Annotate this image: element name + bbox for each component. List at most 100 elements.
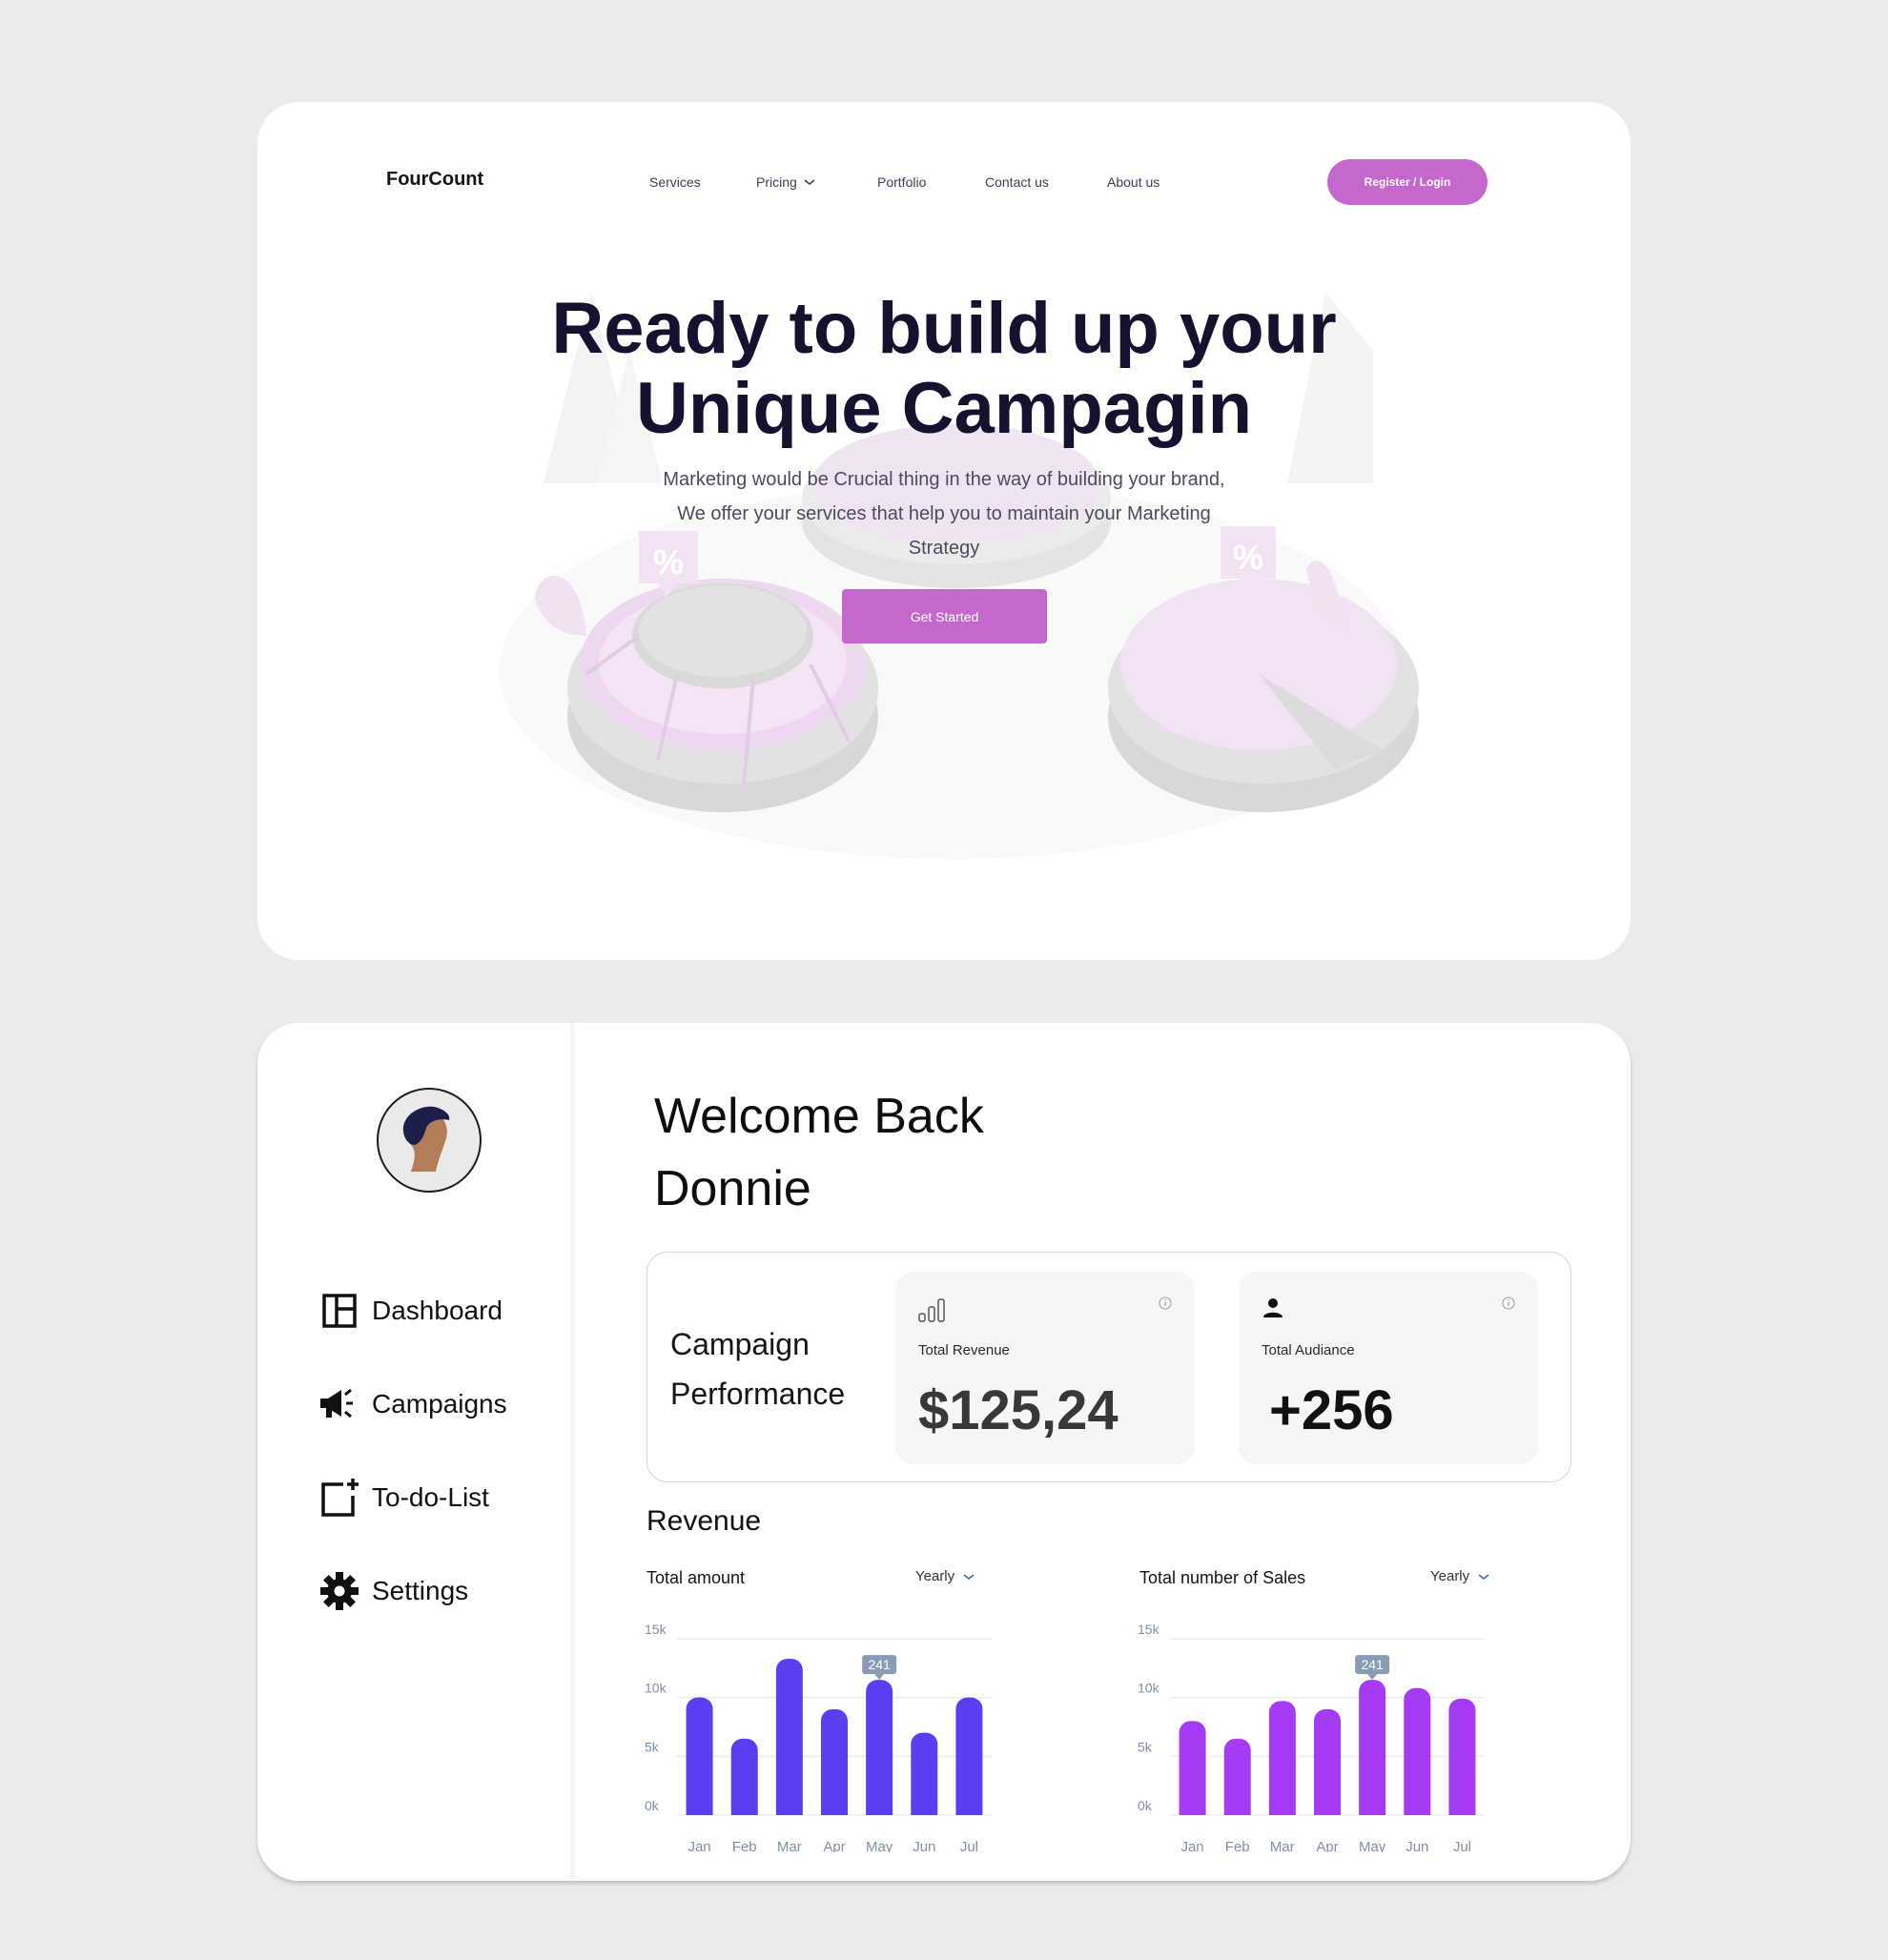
y-tick-label: 5k [1138,1739,1153,1754]
hero-subtitle-line1: Marketing would be Crucial thing in the … [663,469,1225,490]
info-icon[interactable] [1159,1296,1172,1310]
welcome-line1: Welcome Back [654,1089,984,1144]
sales-period-label: Yearly [1430,1568,1470,1584]
bar-base [686,1804,713,1815]
user-avatar-icon [402,1106,450,1172]
performance-title-line2: Performance [670,1377,846,1411]
x-tick-label: Apr [1316,1839,1338,1852]
bar-jun[interactable] [911,1732,938,1815]
y-tick-label: 10k [645,1681,667,1696]
sidebar-item-todo[interactable]: To-do-List [318,1477,489,1519]
x-tick-label: Jan [687,1839,710,1852]
x-tick-label: Jul [960,1839,978,1852]
total-audience-value: +256 [1269,1379,1394,1441]
sidebar-item-campaigns[interactable]: Campaigns [318,1383,507,1425]
amount-period-label: Yearly [915,1568,955,1584]
sidebar-divider [570,1023,576,1881]
hero-title-line2: Unique Campagin [635,368,1253,449]
y-tick-label: 15k [1138,1622,1160,1637]
x-tick-label: Jun [913,1839,935,1852]
bar-base [866,1804,893,1815]
bar-chart-icon [918,1298,945,1322]
dashboard-icon [318,1290,360,1332]
welcome-heading: Welcome Back Donnie [654,1080,984,1225]
sales-period-select[interactable]: Yearly [1430,1568,1490,1584]
bar-jan[interactable] [686,1697,713,1815]
y-tick-label: 5k [645,1739,660,1754]
x-tick-label: May [866,1839,893,1852]
bar-jan[interactable] [1179,1721,1206,1815]
bar-jul[interactable] [955,1697,983,1815]
tooltip-pointer [1367,1674,1378,1681]
y-tick-label: 0k [1138,1798,1153,1813]
bar-jun[interactable] [1404,1687,1431,1815]
avatar[interactable] [377,1088,482,1193]
performance-title-line1: Campaign [670,1327,810,1361]
tooltip-pointer [874,1674,885,1681]
sales-count-chart: 0k 5k 10k 15k Jan Feb Mar Apr May 241 Jun Jul [1138,1622,1485,1852]
bar-may[interactable] [1359,1680,1386,1815]
x-tick-label: Feb [732,1839,757,1852]
nav-contact-label: Contact us [985,174,1049,190]
nav-portfolio-label: Portfolio [877,174,927,190]
amount-period-select[interactable]: Yearly [915,1568,975,1584]
bar-base [821,1804,848,1815]
sidebar-item-settings[interactable]: Settings [318,1570,468,1612]
nav-pricing[interactable]: Pricing [756,174,816,190]
sidebar-item-dashboard[interactable]: Dashboard [318,1290,503,1332]
bar-apr[interactable] [1314,1709,1341,1815]
x-tick-label: May [1359,1839,1386,1852]
chart-sales-title: Total number of Sales [1139,1568,1306,1587]
bar-base [730,1804,758,1815]
y-tick-label: 10k [1138,1681,1160,1696]
get-started-button[interactable]: Get Started [842,589,1047,643]
x-tick-label: Jun [1406,1839,1428,1852]
bar-base [775,1804,803,1815]
total-audience-card[interactable]: Total Audiance +256 [1239,1272,1538,1464]
nav-about[interactable]: About us [1107,174,1159,190]
nav-services-label: Services [649,174,701,190]
x-tick-label: Mar [777,1839,802,1852]
bar-base [1268,1804,1296,1815]
x-tick-label: Apr [823,1839,845,1852]
nav-portfolio[interactable]: Portfolio [877,174,926,190]
performance-title: Campaign Performance [670,1319,845,1419]
bar-mar[interactable] [1268,1701,1296,1815]
bar-base [1404,1804,1431,1815]
gear-icon [318,1570,360,1612]
hero-title-line1: Ready to build up your [551,288,1337,369]
dashboard-card: Dashboard Campaigns To-do-List Settings … [257,1023,1631,1881]
welcome-name: Donnie [654,1161,811,1216]
chevron-down-icon [963,1573,975,1580]
total-revenue-label: Total Revenue [918,1342,1010,1358]
info-icon[interactable] [1502,1296,1515,1310]
sidebar-item-label: Campaigns [372,1389,507,1419]
register-login-button[interactable]: Register / Login [1327,159,1488,205]
hero-title: Ready to build up your Unique Campagin [257,289,1631,449]
bar-feb[interactable] [730,1738,758,1815]
add-note-icon [318,1477,360,1519]
x-tick-label: Feb [1225,1839,1250,1852]
nav-services[interactable]: Services [649,174,701,190]
chevron-down-icon [1478,1573,1489,1580]
chevron-down-icon [804,179,815,186]
sidebar-item-label: To-do-List [372,1482,489,1512]
total-audience-label: Total Audiance [1262,1342,1355,1358]
total-revenue-card[interactable]: Total Revenue $125,24 [895,1272,1195,1464]
nav-pricing-label: Pricing [756,174,797,190]
landing-card: % % FourCount Services Pricing Portfolio… [257,102,1631,960]
bar-base [955,1804,983,1815]
bar-base [911,1804,938,1815]
bar-jul[interactable] [1448,1698,1476,1815]
nav-contact[interactable]: Contact us [985,174,1049,190]
bar-feb[interactable] [1223,1738,1251,1815]
brand-logo[interactable]: FourCount [386,169,483,191]
bar-may[interactable] [866,1680,893,1815]
revenue-heading: Revenue [646,1505,762,1537]
nav-about-label: About us [1107,174,1160,190]
y-tick-label: 15k [645,1622,667,1637]
bar-mar[interactable] [775,1658,803,1815]
bar-apr[interactable] [821,1709,848,1815]
bar-base [1359,1804,1386,1815]
sidebar-item-label: Settings [372,1576,469,1605]
